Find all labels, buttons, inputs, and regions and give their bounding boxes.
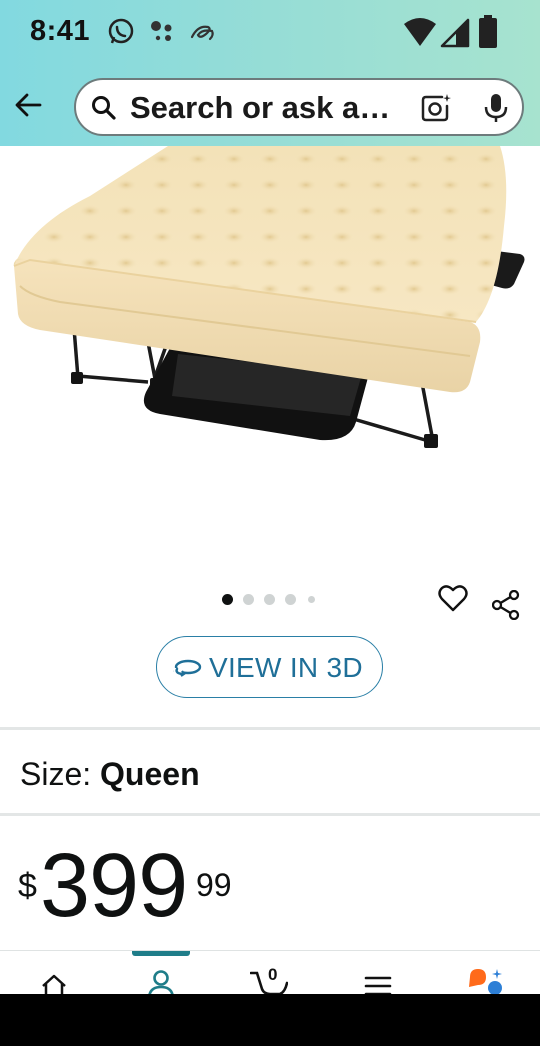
carousel-dot[interactable] bbox=[308, 596, 315, 603]
wifi-icon bbox=[402, 16, 438, 53]
price-symbol: $ bbox=[18, 867, 37, 905]
carousel-dot[interactable] bbox=[243, 594, 254, 605]
product-detail: VIEW IN 3D Size: Queen $ 399 99 bbox=[0, 146, 540, 994]
search-header: Search or ask a… bbox=[0, 66, 540, 146]
battery-icon bbox=[478, 15, 498, 54]
air-mattress-image[interactable] bbox=[0, 146, 540, 586]
assistant-icon bbox=[148, 17, 178, 52]
search-input[interactable]: Search or ask a… bbox=[74, 78, 524, 136]
status-time: 8:41 bbox=[30, 15, 91, 47]
size-value: Queen bbox=[100, 756, 200, 792]
share-icon[interactable] bbox=[491, 589, 520, 621]
heart-icon[interactable] bbox=[438, 584, 468, 612]
price-fraction: 99 bbox=[196, 867, 232, 903]
divider bbox=[0, 813, 540, 816]
price-whole: 399 bbox=[40, 836, 188, 936]
cellular-icon bbox=[440, 18, 470, 53]
size-label: Size: bbox=[20, 756, 101, 792]
whatsapp-icon bbox=[106, 17, 136, 52]
rufus-icon[interactable] bbox=[466, 967, 506, 994]
divider bbox=[0, 727, 540, 730]
account-icon[interactable] bbox=[146, 969, 176, 994]
camera-icon[interactable] bbox=[420, 92, 452, 124]
view-in-3d-label: VIEW IN 3D bbox=[209, 652, 363, 683]
carousel-dot-active[interactable] bbox=[222, 594, 233, 605]
bottom-navigation: 0 bbox=[0, 950, 540, 994]
size-selector[interactable]: Size: Queen bbox=[20, 756, 200, 793]
rotate-3d-icon bbox=[173, 657, 203, 679]
view-in-3d-button[interactable]: VIEW IN 3D bbox=[156, 636, 383, 698]
cart-icon[interactable]: 0 bbox=[249, 965, 289, 994]
search-placeholder: Search or ask a… bbox=[130, 90, 391, 125]
active-tab-indicator bbox=[132, 951, 190, 956]
search-icon bbox=[90, 94, 118, 122]
back-arrow-icon[interactable] bbox=[12, 88, 46, 122]
carousel-dot[interactable] bbox=[264, 594, 275, 605]
status-bar: 8:41 bbox=[0, 0, 540, 66]
home-icon[interactable] bbox=[40, 973, 68, 994]
cart-count: 0 bbox=[268, 965, 278, 984]
menu-icon[interactable] bbox=[364, 975, 392, 994]
system-navigation-bar bbox=[0, 994, 540, 1046]
carousel-dot[interactable] bbox=[285, 594, 296, 605]
microphone-icon[interactable] bbox=[482, 92, 510, 124]
swirl-icon bbox=[188, 17, 218, 52]
